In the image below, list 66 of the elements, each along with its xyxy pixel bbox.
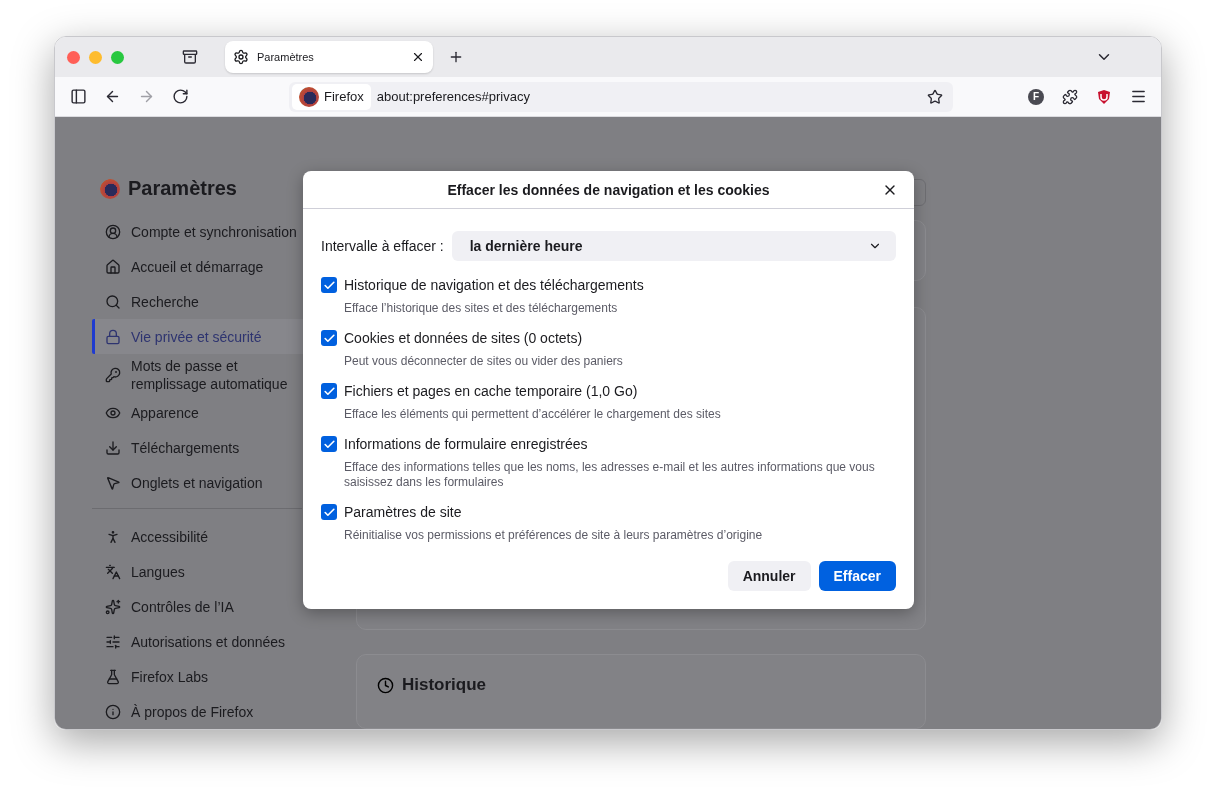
sidebar-item[interactable]: Mots de passe et remplissage automatique	[92, 354, 340, 395]
option-description: Efface l’historique des sites et des téléchargements	[344, 301, 619, 316]
clear-button[interactable]: Effacer	[818, 561, 896, 591]
sidebar-item[interactable]: Firefox Labs	[92, 659, 340, 694]
reload-icon	[171, 88, 189, 105]
browser-logo-icon	[299, 86, 319, 107]
flask-icon	[105, 668, 121, 685]
search-icon	[105, 293, 121, 310]
sidebar-item[interactable]: Langues	[92, 554, 340, 589]
shield-icon	[1096, 88, 1112, 105]
cursor-icon	[105, 474, 121, 491]
section-title: Historique	[402, 674, 487, 695]
checkbox[interactable]	[321, 436, 337, 452]
tray-icon	[182, 49, 198, 65]
range-dropdown[interactable]: la dernière heure	[451, 231, 896, 261]
key-icon	[105, 366, 121, 383]
option-label: Informations de formulaire enregistrées	[344, 436, 588, 452]
sidebar-title: Paramètres	[128, 177, 237, 200]
lock-icon	[105, 328, 121, 345]
sidebar-item[interactable]: Onglets et navigation	[92, 465, 340, 500]
range-label: Intervalle à effacer :	[321, 238, 444, 254]
sidebar-item[interactable]: Autorisations et données	[92, 624, 340, 659]
star-icon	[927, 88, 943, 105]
sidebar-item[interactable]: Apparence	[92, 395, 340, 430]
option-description: Efface les éléments qui permettent d’accélérer le chargement des sites	[344, 407, 722, 422]
option-description: Efface des informations telles que les noms, les adresses e-mail et les autres informations que vous saisissez dans les formulaires	[344, 460, 876, 490]
option-label: Fichiers et pages en cache temporaire (1,0 Go)	[344, 383, 638, 399]
panel-icon	[69, 88, 87, 105]
option-description: Peut vous déconnecter de sites ou vider des paniers	[344, 354, 624, 369]
url-text: about:preferences#privacy	[376, 89, 531, 104]
cancel-button[interactable]: Annuler	[727, 561, 811, 591]
browser-tab[interactable]: Paramètres	[225, 41, 433, 73]
sidebar-item[interactable]: À propos de Firefox	[92, 694, 340, 729]
option-label: Historique de navigation et des téléchargements	[344, 277, 644, 293]
translate-icon	[105, 563, 121, 580]
info-icon	[105, 703, 121, 720]
option-label: Paramètres de site	[344, 504, 462, 520]
close-window-button[interactable]	[67, 50, 80, 64]
tab-title: Paramètres	[257, 51, 315, 63]
accessibility-icon	[105, 528, 121, 545]
menu-icon	[1129, 88, 1147, 105]
checkbox[interactable]	[321, 277, 337, 293]
sparkle-icon	[105, 598, 121, 615]
clock-icon	[377, 676, 394, 694]
puzzle-icon	[1062, 88, 1078, 105]
download-icon	[105, 439, 121, 456]
sidebar-item[interactable]: Accessibilité	[92, 519, 340, 554]
checkbox[interactable]	[321, 504, 337, 520]
sidebar-item[interactable]: Recherche	[92, 284, 340, 319]
identity-chip[interactable]: Firefox	[292, 83, 371, 110]
home-icon	[105, 258, 121, 275]
firefox-logo-icon	[100, 178, 120, 199]
account-button[interactable]: F	[1021, 81, 1051, 112]
close-tab-icon[interactable]	[411, 50, 425, 64]
dialog-title: Effacer les données de navigation et les cookies	[447, 181, 770, 198]
sliders-icon	[105, 633, 121, 650]
address-bar[interactable]: Firefox about:preferences#privacy	[289, 81, 953, 112]
checkbox[interactable]	[321, 330, 337, 346]
sidebar-item[interactable]: Téléchargements	[92, 430, 340, 465]
option-label: Cookies et données de sites (0 octets)	[344, 330, 583, 346]
plus-icon	[448, 49, 464, 65]
checkbox[interactable]	[321, 383, 337, 399]
settings-icon	[233, 49, 249, 65]
account-icon	[105, 223, 121, 240]
option-description: Réinitialise vos permissions et préférences de site à leurs paramètres d’origine	[344, 528, 764, 543]
sidebar-item[interactable]: Contrôles de l’IA	[92, 589, 340, 624]
